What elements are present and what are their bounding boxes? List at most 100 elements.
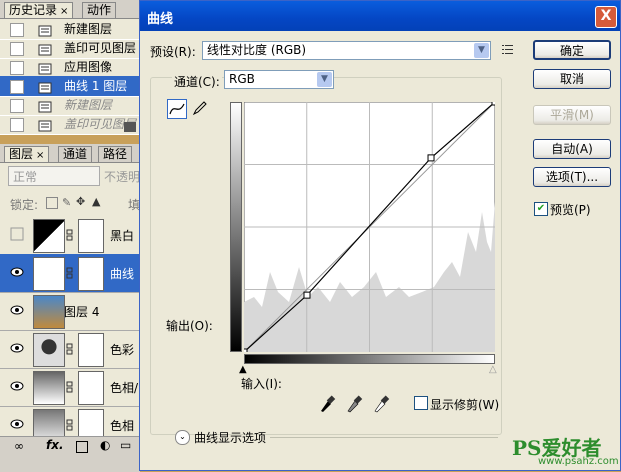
tab-layers[interactable]: 图层 × [4,146,50,162]
white-eyedropper-icon[interactable] [372,393,390,413]
ok-button[interactable]: 确定 [533,40,611,60]
curve-control-point[interactable] [303,291,311,299]
chain-link-icon[interactable] [66,267,74,279]
lock-label: 锁定: [10,198,39,212]
layer-name: 色相 [110,419,135,433]
pencil-tool-icon[interactable] [192,100,208,116]
gray-eyedropper-icon[interactable] [345,393,363,413]
history-item[interactable]: 曲线 1 图层 [0,76,140,97]
chevron-down-icon: ▼ [474,43,489,58]
layer-row[interactable]: 图层 4 [0,292,140,331]
layer-thumbnail[interactable] [33,295,65,329]
layer-thumbnail[interactable] [33,257,65,291]
lock-move-icon[interactable]: ✥ [76,195,85,208]
layer-mask-thumbnail[interactable] [78,333,104,367]
layer-row[interactable]: 黑白 [0,216,140,255]
smooth-button[interactable]: 平滑(M) [533,105,611,125]
tab-history[interactable]: 历史记录 × [4,2,74,18]
blend-mode-select[interactable]: 正常 [8,166,100,186]
lock-all-icon[interactable]: ▲ [92,195,100,208]
eye-icon[interactable] [10,417,24,431]
black-point-slider-icon[interactable]: ▲ [239,364,247,375]
tab-actions[interactable]: 动作 [82,2,117,18]
history-item-label: 曲线 1 图层 [64,79,128,93]
adjustment-icon[interactable]: ◐ [100,438,110,452]
history-state-icon [38,118,52,132]
layer-thumbnail[interactable] [33,333,65,367]
white-point-slider-icon[interactable]: △ [489,364,497,375]
layer-thumbnail[interactable] [33,219,65,253]
history-item-label: 应用图像 [64,60,113,74]
input-gradient-bar [244,354,495,364]
history-item[interactable]: 盖印可见图层 [0,114,140,135]
tab-actions-label: 动作 [87,3,112,17]
history-item[interactable]: 应用图像 [0,57,140,78]
fx-icon[interactable]: fx. [46,438,64,452]
layer-thumbnail[interactable] [33,371,65,405]
tab-layers-label: 图层 [9,147,34,161]
show-clipping-checkbox[interactable] [414,396,428,410]
channel-label: 通道(C): [172,73,222,90]
history-tabbar: 历史记录 × 动作 [0,0,140,19]
eye-icon[interactable] [10,303,24,317]
tab-history-label: 历史记录 [9,3,58,17]
black-eyedropper-icon[interactable] [318,393,336,413]
channel-value: RGB [229,72,255,86]
divider [270,437,498,438]
history-item[interactable]: 新建图层 [0,95,140,116]
options-button[interactable]: 选项(T)... [533,167,611,187]
layer-row[interactable]: 色彩 [0,330,140,369]
history-checkbox[interactable] [10,23,24,37]
history-checkbox[interactable] [10,80,24,94]
dialog-titlebar[interactable]: 曲线 X [140,1,620,31]
layers-footer: ∞ fx. ◐ ▭ [0,436,140,472]
curve-control-point[interactable] [427,154,435,162]
chevron-down-icon: ▼ [317,72,332,87]
tab-channels[interactable]: 通道 [58,146,93,162]
chain-link-icon[interactable] [66,229,74,241]
link-icon[interactable]: ∞ [14,439,24,453]
curve-control-point[interactable] [491,102,495,106]
layer-row[interactable]: 色相/ [0,368,140,407]
curve-control-point[interactable] [244,348,248,352]
channel-select[interactable]: RGB ▼ [224,70,334,89]
chain-link-icon[interactable] [66,419,74,431]
close-button[interactable]: X [595,6,617,28]
layer-mask-thumbnail[interactable] [78,371,104,405]
history-item-label: 新建图层 [64,98,113,112]
preset-select[interactable]: 线性对比度 (RGB) ▼ [202,41,491,60]
history-checkbox[interactable] [10,118,24,132]
expand-options-icon[interactable]: ⌄ [175,430,190,445]
eye-off-icon[interactable] [10,227,24,241]
history-item[interactable]: 盖印可见图层 [0,38,140,59]
history-checkbox[interactable] [10,61,24,75]
curve-graph[interactable] [244,102,495,352]
opacity-label: 不透明 [104,170,141,184]
layer-row[interactable]: 曲线 [0,254,140,293]
mask-icon[interactable] [76,441,88,453]
preview-checkbox[interactable]: ✔ [534,202,548,216]
cancel-button[interactable]: 取消 [533,69,611,89]
history-checkbox[interactable] [10,99,24,113]
chain-link-icon[interactable] [66,343,74,355]
chain-link-icon[interactable] [66,381,74,393]
lock-transparent-icon[interactable] [46,197,58,209]
auto-button[interactable]: 自动(A) [533,139,611,159]
eye-icon[interactable] [10,341,24,355]
close-icon[interactable]: × [60,6,68,17]
folder-icon[interactable]: ▭ [120,438,131,452]
history-checkbox[interactable] [10,42,24,56]
eye-icon[interactable] [10,265,24,279]
lock-brush-icon[interactable]: ✎ [62,196,71,209]
preset-options-icon[interactable] [502,44,514,55]
eye-icon[interactable] [10,379,24,393]
panel-menu-icon[interactable] [124,122,136,132]
curve-edit-tool-icon[interactable] [167,99,187,119]
history-item[interactable]: 新建图层 [0,19,140,40]
layer-mask-thumbnail[interactable] [78,257,104,291]
close-icon[interactable]: × [36,150,44,161]
tab-channels-label: 通道 [63,147,88,161]
output-gradient-bar [230,102,242,352]
tab-paths[interactable]: 路径 [98,146,133,162]
layer-mask-thumbnail[interactable] [78,219,104,253]
